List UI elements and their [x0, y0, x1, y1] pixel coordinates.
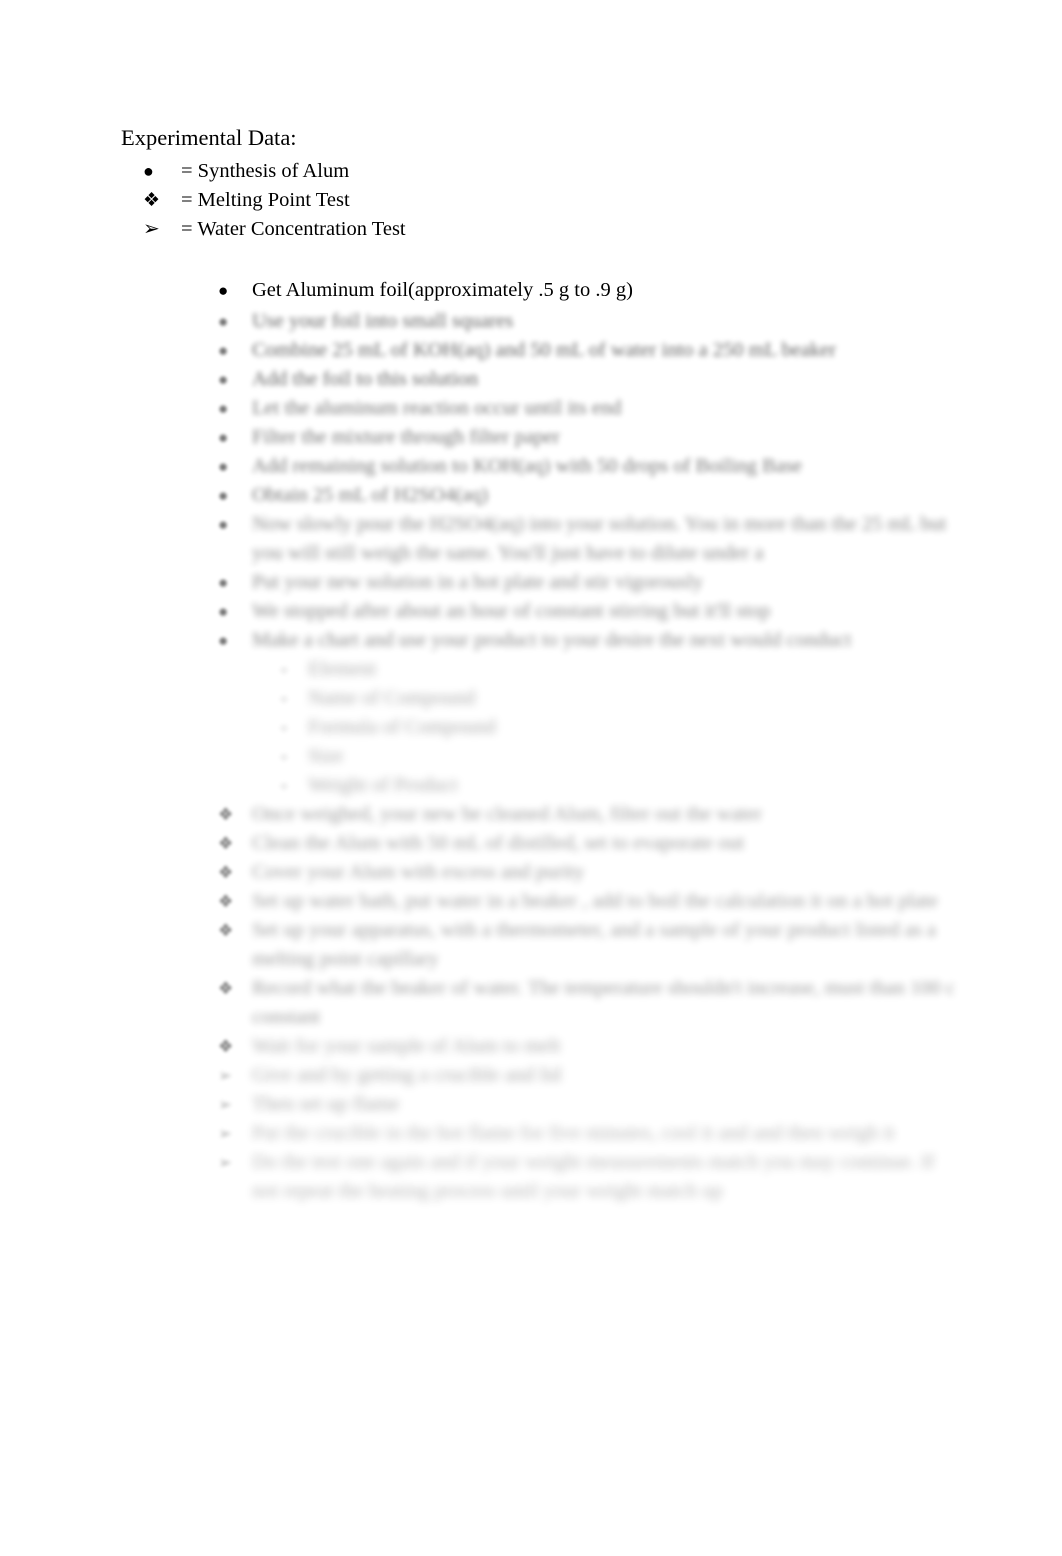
hollow-circle-bullet-icon: ○ [280, 749, 288, 764]
hollow-circle-bullet-icon: ○ [280, 778, 288, 793]
list-item: ● Now slowly pour the H2SO4(aq) into you… [218, 510, 958, 568]
list-item-text: Obtain 25 mL of H2SO4(aq) [252, 484, 489, 506]
list-item-text: Add remaining solution to KOH(aq) with 5… [252, 455, 803, 477]
procedure-list: ● Get Aluminum foil(approximately .5 g t… [218, 276, 958, 1206]
filled-circle-bullet-icon: ● [218, 573, 229, 592]
diamond-cluster-bullet-icon: ❖ [218, 979, 234, 998]
filled-circle-bullet-icon: ● [218, 631, 229, 650]
list-item: ➢ Then set up flame [218, 1090, 958, 1119]
hollow-circle-bullet-icon: ○ [280, 720, 288, 735]
diamond-cluster-bullet-icon: ❖ [218, 805, 234, 824]
list-item-text: Do the test one again and if your weight… [252, 1151, 935, 1202]
list-item: ○ Element [280, 655, 920, 684]
hollow-circle-bullet-icon: ○ [280, 691, 288, 706]
list-item-text: Record what the beaker of water. The tem… [252, 977, 955, 1028]
list-item-text: Cover your Alum with excess and purity [252, 861, 585, 883]
list-item-text: Add the foil to this solution [252, 368, 479, 390]
diamond-cluster-bullet-icon: ❖ [218, 892, 234, 911]
list-item-text: Set up your apparatus, with a thermomete… [252, 919, 937, 970]
list-item-text: Make a chart and use your product to you… [252, 629, 852, 651]
list-item-text: Weight of Product [308, 774, 458, 796]
legend-item-synthesis-of-alum: ● = Synthesis of Alum [143, 157, 406, 186]
list-item: ● Use your foil into small squares [218, 307, 958, 336]
list-item: ➢ Do the test one again and if your weig… [218, 1148, 958, 1206]
list-item: ● Get Aluminum foil(approximately .5 g t… [218, 276, 958, 305]
legend-item-melting-point-test: ❖ = Melting Point Test [143, 186, 406, 215]
list-item: ❖ Record what the beaker of water. The t… [218, 974, 958, 1032]
legend-item-label: = Water Concentration Test [181, 218, 406, 240]
arrowhead-bullet-icon: ➢ [218, 1066, 233, 1085]
list-item-text: Give and by getting a crucible and lid [252, 1064, 562, 1086]
arrowhead-bullet-icon: ➢ [143, 218, 160, 240]
diamond-cluster-bullet-icon: ❖ [218, 863, 234, 882]
list-item-text: Put your new solution in a hot plate and… [252, 571, 703, 593]
list-item-text: Filter the mixture through filter paper [252, 426, 560, 448]
legend-item-water-concentration-test: ➢ = Water Concentration Test [143, 215, 406, 244]
list-item: ● Filter the mixture through filter pape… [218, 423, 958, 452]
arrowhead-bullet-icon: ➢ [218, 1095, 233, 1114]
list-item: ❖ Cover your Alum with excess and purity [218, 858, 958, 887]
filled-circle-bullet-icon: ● [218, 370, 229, 389]
list-item: ● Combine 25 mL of KOH(aq) and 50 mL of … [218, 336, 958, 365]
list-item: ➢ Give and by getting a crucible and lid [218, 1061, 958, 1090]
list-item: ○ Size [280, 742, 920, 771]
list-item: ○ Weight of Product [280, 771, 920, 800]
list-item-text: Name of Compound [308, 687, 476, 709]
page-title: Experimental Data: [121, 125, 297, 150]
list-item-text: Then set up flame [252, 1093, 400, 1115]
filled-circle-bullet-icon: ● [218, 399, 229, 418]
legend-item-label: = Synthesis of Alum [181, 160, 350, 182]
arrowhead-bullet-icon: ➢ [218, 1124, 233, 1143]
arrowhead-bullet-icon: ➢ [218, 1153, 233, 1172]
list-item: ● Obtain 25 mL of H2SO4(aq) [218, 481, 958, 510]
list-item: ● Let the aluminum reaction occur until … [218, 394, 958, 423]
diamond-cluster-bullet-icon: ❖ [218, 1037, 234, 1056]
list-item-text: Wait for your sample of Alum to melt [252, 1035, 561, 1057]
list-item: ○ Name of Compound [280, 684, 920, 713]
list-item-text: Size [308, 745, 344, 767]
hollow-circle-bullet-icon: ○ [280, 662, 288, 677]
list-item: ● Put your new solution in a hot plate a… [218, 568, 958, 597]
list-item: ❖ Wait for your sample of Alum to melt [218, 1032, 958, 1061]
diamond-cluster-bullet-icon: ❖ [218, 834, 234, 853]
list-item-text: Use your foil into small squares [252, 310, 514, 332]
diamond-cluster-bullet-icon: ❖ [143, 190, 161, 211]
legend-key: ● = Synthesis of Alum ❖ = Melting Point … [143, 157, 406, 244]
list-item: ❖ Once weighed, your new be cleaned Alum… [218, 800, 958, 829]
filled-circle-bullet-icon: ● [218, 486, 229, 505]
list-item-text: We stopped after about an hour of consta… [252, 600, 771, 622]
filled-circle-bullet-icon: ● [218, 457, 229, 476]
list-item-text: Clean the Alum with 50 mL of distilled, … [252, 832, 745, 854]
list-item-text: Combine 25 mL of KOH(aq) and 50 mL of wa… [252, 339, 837, 361]
list-item: ● We stopped after about an hour of cons… [218, 597, 958, 626]
list-item: ❖ Set up water bath, put water in a beak… [218, 887, 958, 916]
filled-circle-bullet-icon: ● [218, 281, 229, 300]
list-item: ○ Formula of Compound [280, 713, 920, 742]
list-item-text: Let the aluminum reaction occur until it… [252, 397, 622, 419]
list-item: ● Make a chart and use your product to y… [218, 626, 958, 655]
list-item-text: Put the crucible in the hot flame for fi… [252, 1122, 895, 1144]
list-item: ➢ Put the crucible in the hot flame for … [218, 1119, 958, 1148]
list-item-text: Set up water bath, put water in a beaker… [252, 890, 938, 912]
list-item: ● Add the foil to this solution [218, 365, 958, 394]
list-item: ❖ Clean the Alum with 50 mL of distilled… [218, 829, 958, 858]
filled-circle-bullet-icon: ● [218, 312, 229, 331]
diamond-cluster-bullet-icon: ❖ [218, 921, 234, 940]
legend-item-label: = Melting Point Test [181, 189, 350, 211]
filled-circle-bullet-icon: ● [143, 161, 154, 181]
filled-circle-bullet-icon: ● [218, 602, 229, 621]
list-item-text: Once weighed, your new be cleaned Alum, … [252, 803, 763, 825]
list-item-text: Get Aluminum foil(approximately .5 g to … [252, 279, 633, 301]
document-page: Experimental Data: ● = Synthesis of Alum… [0, 0, 1062, 1556]
filled-circle-bullet-icon: ● [218, 428, 229, 447]
list-item-text: Element [308, 658, 377, 680]
list-item: ❖ Set up your apparatus, with a thermome… [218, 916, 958, 974]
list-item-text: Formula of Compound [308, 716, 496, 738]
list-item-text: Now slowly pour the H2SO4(aq) into your … [252, 513, 947, 564]
list-item: ● Add remaining solution to KOH(aq) with… [218, 452, 958, 481]
filled-circle-bullet-icon: ● [218, 341, 229, 360]
filled-circle-bullet-icon: ● [218, 515, 229, 534]
